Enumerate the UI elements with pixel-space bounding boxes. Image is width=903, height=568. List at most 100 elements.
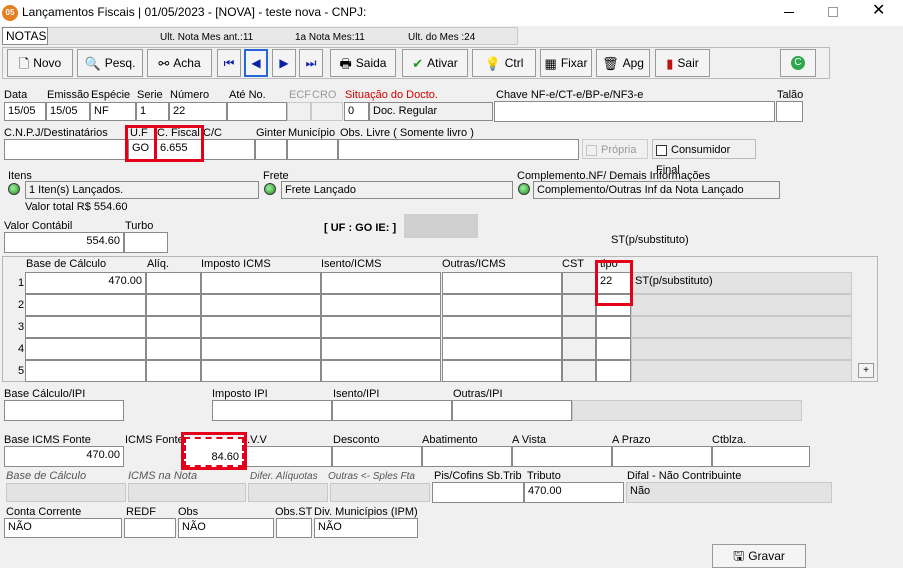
grid-cell-aliq[interactable]	[146, 316, 201, 338]
minimize-icon[interactable]	[784, 12, 794, 13]
acha-button[interactable]: ⚯ Acha	[147, 49, 212, 77]
grid-cell-cst[interactable]	[562, 316, 596, 338]
ctrl-button[interactable]: 💡 Ctrl	[472, 49, 536, 77]
data-label: Data	[4, 89, 28, 101]
grid-cell-base[interactable]: 470.00	[25, 272, 146, 294]
grid-cell-imposto[interactable]	[201, 338, 321, 360]
redf-field[interactable]	[124, 518, 176, 538]
ipi-extra-field	[572, 400, 802, 421]
grid-cell-isento[interactable]	[321, 272, 441, 294]
base-ipi-field[interactable]	[4, 400, 124, 421]
pis-cofins-field[interactable]	[432, 482, 524, 503]
novo-button[interactable]: 🗋 Novo	[7, 49, 73, 77]
abatimento-field[interactable]	[422, 446, 512, 467]
grid-cell-base[interactable]	[25, 360, 146, 382]
especie-field[interactable]: NF	[90, 102, 136, 121]
grid-cell-aliq[interactable]	[146, 360, 201, 382]
consumidor-final-checkbox[interactable]: Consumidor Final	[652, 139, 756, 176]
itens-status-icon[interactable]	[8, 183, 20, 196]
grid-cell-isento[interactable]	[321, 338, 441, 360]
ecf-label: ECF	[289, 89, 311, 101]
grid-cell-imposto[interactable]	[201, 360, 321, 382]
aprazo-field[interactable]	[612, 446, 712, 467]
last-record-button[interactable]: ⏭	[299, 49, 323, 77]
ivv-field[interactable]	[244, 446, 332, 467]
valor-contabil-field[interactable]: 554.60	[4, 232, 124, 253]
pesq-button[interactable]: 🔍 Pesq.	[77, 49, 143, 77]
grid-cell-isento[interactable]	[321, 360, 441, 382]
grid-cell-tipo[interactable]	[596, 338, 631, 360]
cnpj-field[interactable]	[4, 139, 128, 160]
grid-cell-base[interactable]	[25, 338, 146, 360]
obs-livre-field[interactable]	[338, 139, 579, 160]
grid-cell-imposto[interactable]	[201, 316, 321, 338]
saida-button[interactable]: 🖶 Saida	[330, 49, 396, 77]
refresh-button[interactable]: C	[780, 49, 816, 77]
grid-cell-tipo[interactable]	[596, 360, 631, 382]
div-municipios-field[interactable]: NÃO	[314, 518, 418, 538]
cc-field[interactable]	[202, 139, 255, 160]
grid-cell-aliq[interactable]	[146, 294, 201, 316]
grid-cell-outras[interactable]	[442, 316, 562, 338]
maximize-icon[interactable]	[828, 7, 838, 17]
ctblza-field[interactable]	[712, 446, 810, 467]
tributo-field[interactable]: 470.00	[524, 482, 624, 503]
avista-field[interactable]	[512, 446, 612, 467]
data-field[interactable]: 15/05	[4, 102, 46, 121]
first-record-button[interactable]: ⏮	[217, 49, 241, 77]
save-icon: 🖫	[733, 548, 745, 563]
municipio-field[interactable]	[287, 139, 338, 160]
serie-field[interactable]: 1	[136, 102, 169, 121]
talao-field[interactable]	[776, 101, 803, 122]
grid-cell-outras[interactable]	[442, 294, 562, 316]
grid-cell-outras[interactable]	[442, 338, 562, 360]
frete-status-icon[interactable]	[264, 183, 276, 196]
obs-st-field[interactable]	[276, 518, 312, 538]
emissao-field[interactable]: 15/05	[46, 102, 90, 121]
conta-corrente-field[interactable]: NÃO	[4, 518, 122, 538]
imposto-ipi-field[interactable]	[212, 400, 332, 421]
complemento-status-icon[interactable]	[518, 183, 530, 196]
icms-nota-field	[128, 483, 246, 502]
grid-cell-cst[interactable]	[562, 338, 596, 360]
chave-field[interactable]	[494, 101, 775, 122]
obs-field[interactable]: NÃO	[178, 518, 274, 538]
grid-cell-aliq[interactable]	[146, 338, 201, 360]
isento-ipi-field[interactable]	[332, 400, 452, 421]
grid-cell-aliq[interactable]	[146, 272, 201, 294]
add-row-button[interactable]: +	[858, 363, 874, 378]
grid-cell-outras[interactable]	[442, 360, 562, 382]
apg-button[interactable]: 🗑 Apg	[596, 49, 650, 77]
fixar-button[interactable]: ▦ Fixar	[540, 49, 592, 77]
grid-cell-cst[interactable]	[562, 272, 596, 294]
outras-ipi-field[interactable]	[452, 400, 572, 421]
situacao-code-field[interactable]: 0	[344, 102, 369, 121]
base-icms-fonte-field[interactable]: 470.00	[4, 446, 124, 467]
grid-cell-cst[interactable]	[562, 294, 596, 316]
ate-field[interactable]	[227, 102, 287, 121]
next-record-button[interactable]: ▶	[272, 49, 296, 77]
grid-cell-description	[631, 338, 852, 360]
search-icon: 🔍	[84, 55, 101, 71]
grid-cell-base[interactable]	[25, 316, 146, 338]
difal-field[interactable]: Não	[626, 482, 832, 503]
grid-cell-description: ST(p/substituto)	[631, 272, 852, 294]
grid-cell-cst[interactable]	[562, 360, 596, 382]
numero-field[interactable]: 22	[169, 102, 227, 121]
sair-button[interactable]: ▮ Sair	[655, 49, 710, 77]
desconto-field[interactable]	[332, 446, 422, 467]
grid-cell-isento[interactable]	[321, 316, 441, 338]
grid-cell-outras[interactable]	[442, 272, 562, 294]
turbo-field[interactable]	[124, 232, 168, 253]
grid-cell-isento[interactable]	[321, 294, 441, 316]
previous-record-button[interactable]: ◀	[244, 49, 268, 77]
grid-cell-imposto[interactable]	[201, 272, 321, 294]
close-icon[interactable]: ✕	[872, 3, 885, 19]
grid-cell-tipo[interactable]	[596, 316, 631, 338]
ativar-button[interactable]: ✔ Ativar	[402, 49, 468, 77]
last-icon: ⏭	[305, 55, 317, 70]
grid-cell-base[interactable]	[25, 294, 146, 316]
ginter-field[interactable]	[255, 139, 287, 160]
gravar-button[interactable]: 🖫 Gravar	[712, 544, 806, 568]
grid-cell-imposto[interactable]	[201, 294, 321, 316]
